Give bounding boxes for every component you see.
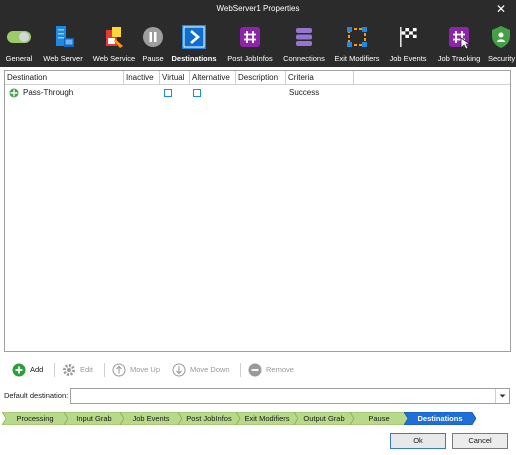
- exit-modifiers-icon: [347, 27, 367, 47]
- tool-label: Pause: [142, 54, 164, 63]
- tool-general[interactable]: General: [0, 19, 38, 67]
- tool-web-service[interactable]: Web Service: [88, 19, 140, 67]
- default-destination-select[interactable]: [70, 388, 510, 404]
- remove-label: Remove: [266, 365, 294, 374]
- tool-job-tracking[interactable]: Job Tracking: [432, 19, 486, 67]
- default-destination-row: Default destination:: [0, 387, 516, 405]
- tool-destinations[interactable]: Destinations: [166, 19, 222, 67]
- column-header-alternative[interactable]: Alternative: [190, 71, 236, 85]
- step-tabs: Processing Input Grab Job Events Post Jo…: [0, 412, 516, 426]
- tool-pause[interactable]: Pause: [140, 19, 166, 67]
- step-post-jobinfos[interactable]: Post JobInfos: [178, 412, 240, 425]
- tool-job-events[interactable]: Job Events: [384, 19, 432, 67]
- remove-icon: [248, 363, 262, 377]
- server-icon: [56, 26, 74, 47]
- edit-label: Edit: [80, 365, 93, 374]
- column-header-destination[interactable]: Destination: [5, 71, 124, 85]
- checkered-flag-icon: [400, 27, 417, 47]
- column-header-inactive[interactable]: Inactive: [124, 71, 160, 85]
- remove-button[interactable]: Remove: [248, 362, 298, 378]
- arrow-up-icon: [112, 363, 126, 377]
- toggle-icon: [7, 31, 31, 43]
- shield-icon: [492, 26, 510, 48]
- column-header-virtual[interactable]: Virtual: [160, 71, 190, 85]
- tool-label: Connections: [283, 54, 325, 63]
- tool-security[interactable]: Security: [486, 19, 516, 67]
- tool-label: Web Server: [43, 54, 83, 63]
- step-label: Pause: [368, 414, 390, 423]
- web-service-icon: [106, 27, 123, 48]
- separator: [54, 363, 55, 377]
- table-row[interactable]: Pass-Through Success: [5, 86, 510, 100]
- tool-label: General: [5, 54, 33, 63]
- tool-web-server[interactable]: Web Server: [38, 19, 88, 67]
- tool-label: Destinations: [171, 54, 217, 63]
- destinations-grid: Destination Inactive Virtual Alternative…: [4, 70, 511, 352]
- pass-through-icon: [9, 88, 19, 98]
- tool-connections[interactable]: Connections: [278, 19, 330, 67]
- ok-button[interactable]: Ok: [390, 433, 446, 449]
- step-label: Processing: [16, 414, 54, 423]
- column-header-description[interactable]: Description: [236, 71, 286, 85]
- default-destination-label: Default destination:: [4, 391, 69, 400]
- add-label: Add: [30, 365, 44, 374]
- step-input-grab[interactable]: Input Grab: [64, 412, 124, 425]
- tool-label: Exit Modifiers: [334, 54, 380, 63]
- action-bar: Add Edit Move Up Move Down Remove: [0, 360, 516, 380]
- close-icon[interactable]: ✕: [496, 2, 506, 16]
- arrow-down-icon: [172, 363, 186, 377]
- add-button[interactable]: Add: [12, 362, 50, 378]
- destinations-icon: [182, 25, 206, 49]
- tool-label: Job Tracking: [437, 54, 481, 63]
- step-label: Output Grab: [303, 414, 345, 423]
- tool-label: Job Events: [389, 54, 427, 63]
- virtual-checkbox[interactable]: [164, 89, 172, 97]
- tool-label: Post JobInfos: [227, 54, 273, 63]
- move-up-button[interactable]: Move Up: [112, 362, 166, 378]
- tool-post-jobinfos[interactable]: Post JobInfos: [222, 19, 278, 67]
- move-up-label: Move Up: [130, 365, 161, 374]
- step-label: Exit Modifiers: [244, 414, 290, 423]
- alternative-checkbox[interactable]: [193, 89, 201, 97]
- tool-exit-modifiers[interactable]: Exit Modifiers: [330, 19, 384, 67]
- move-down-label: Move Down: [190, 365, 230, 374]
- separator: [240, 363, 241, 377]
- hash-cursor-icon: [449, 27, 472, 50]
- add-icon: [12, 363, 26, 377]
- step-label: Post JobInfos: [186, 414, 232, 423]
- title-bar: WebServer1 Properties ✕: [0, 0, 516, 19]
- pause-icon: [143, 27, 163, 47]
- chevron-down-icon[interactable]: [495, 389, 509, 403]
- column-header-criteria[interactable]: Criteria: [286, 71, 354, 85]
- step-output-grab[interactable]: Output Grab: [294, 412, 354, 425]
- cell-criteria: Success: [289, 88, 320, 97]
- separator: [104, 363, 105, 377]
- category-toolbar: General Web Server Web Service Pause Des…: [0, 19, 516, 67]
- step-label: Job Events: [132, 414, 170, 423]
- step-processing[interactable]: Processing: [2, 412, 68, 425]
- step-destinations[interactable]: Destinations: [404, 412, 476, 425]
- step-exit-modifiers[interactable]: Exit Modifiers: [236, 412, 298, 425]
- gear-icon: [63, 364, 75, 376]
- database-icon: [296, 28, 312, 46]
- hash-icon: [240, 27, 260, 47]
- window-title: WebServer1 Properties: [216, 4, 300, 13]
- step-job-events[interactable]: Job Events: [120, 412, 182, 425]
- tool-label: Web Service: [92, 54, 136, 63]
- cell-destination: Pass-Through: [23, 88, 74, 97]
- tool-label: Security: [488, 54, 516, 63]
- cancel-button[interactable]: Cancel: [452, 433, 508, 449]
- move-down-button[interactable]: Move Down: [172, 362, 234, 378]
- step-label: Destinations: [417, 414, 463, 423]
- edit-button[interactable]: Edit: [62, 362, 102, 378]
- step-label: Input Grab: [76, 414, 112, 423]
- grid-header: Destination Inactive Virtual Alternative…: [5, 71, 510, 85]
- step-pause[interactable]: Pause: [350, 412, 408, 425]
